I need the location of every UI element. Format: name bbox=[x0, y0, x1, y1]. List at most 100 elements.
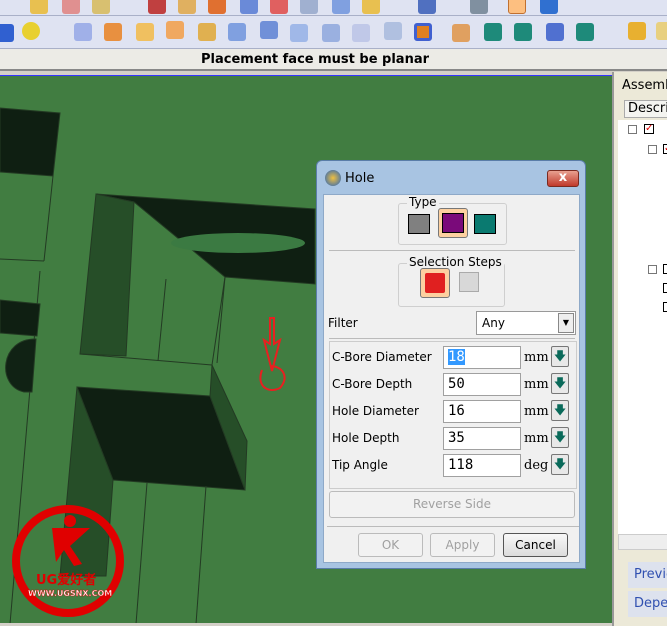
sphere-icon[interactable] bbox=[22, 22, 40, 40]
tool-icon[interactable] bbox=[418, 0, 436, 14]
dialog-body: Type Selection Steps Filter Any ▼ C-Bore… bbox=[323, 194, 580, 563]
tool-icon[interactable] bbox=[576, 23, 594, 41]
thru-face-step-button[interactable] bbox=[455, 268, 485, 298]
tool-icon[interactable] bbox=[136, 23, 154, 41]
unit-label: mm bbox=[524, 377, 549, 392]
horizontal-scrollbar[interactable] bbox=[618, 534, 667, 550]
placement-face-step-button[interactable] bbox=[420, 268, 450, 298]
dialog-title: Hole bbox=[345, 171, 375, 186]
tool-icon[interactable] bbox=[270, 0, 288, 14]
tool-icon[interactable] bbox=[514, 23, 532, 41]
checkbox-icon[interactable]: ✓ bbox=[663, 144, 667, 154]
hole-depth-options-button[interactable]: 🡇 bbox=[551, 427, 569, 448]
c-bore-diameter-label: C-Bore Diameter bbox=[332, 350, 432, 364]
svg-text:UG爱好者: UG爱好者 bbox=[36, 572, 96, 588]
selection-steps-label: Selection Steps bbox=[407, 255, 504, 269]
c-bore-depth-label: C-Bore Depth bbox=[332, 377, 413, 391]
thru-face-icon bbox=[459, 272, 479, 292]
reverse-side-button[interactable]: Reverse Side bbox=[329, 491, 575, 518]
tool-icon[interactable] bbox=[74, 23, 92, 41]
type-group-label: Type bbox=[407, 195, 439, 209]
tool-icon[interactable] bbox=[228, 23, 246, 41]
filter-value: Any bbox=[482, 316, 505, 330]
tool-icon[interactable] bbox=[104, 23, 122, 41]
assembly-navigator: Assemb Descrip ✓ ✓ Previe Deper bbox=[612, 72, 667, 626]
unit-label: mm bbox=[524, 404, 549, 419]
tool-icon[interactable] bbox=[208, 0, 226, 14]
tool-icon[interactable] bbox=[384, 22, 402, 40]
expand-icon[interactable] bbox=[648, 145, 657, 154]
tool-icon[interactable] bbox=[148, 0, 166, 14]
simple-hole-button[interactable] bbox=[405, 210, 435, 240]
tree-area: ✓ ✓ bbox=[618, 120, 667, 534]
parameters-box: C-Bore Diameter 18 mm 🡇 C-Bore Depth 50 … bbox=[329, 341, 577, 489]
c-bore-diameter-options-button[interactable]: 🡇 bbox=[551, 346, 569, 367]
cancel-button[interactable]: Cancel bbox=[503, 533, 568, 557]
tool-icon[interactable] bbox=[484, 23, 502, 41]
countersink-hole-button[interactable] bbox=[471, 210, 501, 240]
separator bbox=[329, 250, 575, 251]
tool-icon[interactable] bbox=[452, 24, 470, 42]
counterbore-hole-button[interactable] bbox=[438, 208, 468, 238]
tool-icon[interactable] bbox=[92, 0, 110, 14]
hole-depth-label: Hole Depth bbox=[332, 431, 400, 445]
tool-icon[interactable] bbox=[352, 24, 370, 42]
app-icon bbox=[325, 170, 341, 186]
status-bar: Placement face must be planar bbox=[0, 49, 667, 71]
ok-button[interactable]: OK bbox=[358, 533, 423, 557]
cone-icon[interactable] bbox=[0, 24, 14, 42]
simple-hole-icon bbox=[408, 214, 430, 234]
tool-icon[interactable] bbox=[260, 21, 278, 39]
hole-depth-input[interactable]: 35 bbox=[443, 427, 521, 450]
c-bore-diameter-input[interactable]: 18 bbox=[443, 346, 521, 369]
separator bbox=[329, 338, 575, 339]
toolbar-features bbox=[0, 16, 667, 49]
preview-button[interactable]: Previe bbox=[628, 562, 667, 588]
tool-icon[interactable] bbox=[628, 22, 646, 40]
column-header-description[interactable]: Descrip bbox=[624, 100, 667, 118]
toolbar-top bbox=[0, 0, 667, 16]
tool-icon[interactable] bbox=[240, 0, 258, 14]
close-button[interactable]: x bbox=[547, 170, 579, 187]
tool-icon[interactable] bbox=[62, 0, 80, 14]
checkbox-icon[interactable] bbox=[663, 283, 667, 293]
tool-icon[interactable] bbox=[30, 0, 48, 14]
tip-angle-input[interactable]: 118 bbox=[443, 454, 521, 477]
c-bore-depth-input[interactable]: 50 bbox=[443, 373, 521, 396]
hole-diameter-label: Hole Diameter bbox=[332, 404, 419, 418]
tool-icon[interactable] bbox=[290, 24, 308, 42]
expand-icon[interactable] bbox=[648, 265, 657, 274]
filter-label: Filter bbox=[328, 316, 358, 330]
hole-dialog: Hole x Type Selection Steps Filter Any ▼… bbox=[316, 160, 586, 569]
tool-icon[interactable] bbox=[540, 0, 558, 14]
tip-angle-options-button[interactable]: 🡇 bbox=[551, 454, 569, 475]
unit-label: mm bbox=[524, 350, 549, 365]
tool-icon[interactable] bbox=[362, 0, 380, 14]
annotation-arrow bbox=[259, 317, 286, 391]
tool-icon[interactable] bbox=[198, 23, 216, 41]
c-bore-depth-options-button[interactable]: 🡇 bbox=[551, 373, 569, 394]
checkbox-icon[interactable] bbox=[663, 302, 667, 312]
tool-icon-active[interactable] bbox=[508, 0, 526, 14]
hole-diameter-input[interactable]: 16 bbox=[443, 400, 521, 423]
monitor-icon[interactable] bbox=[470, 0, 488, 14]
tool-icon[interactable] bbox=[166, 21, 184, 39]
hole-diameter-options-button[interactable]: 🡇 bbox=[551, 400, 569, 421]
tool-icon[interactable] bbox=[656, 22, 667, 40]
apply-button[interactable]: Apply bbox=[430, 533, 495, 557]
unit-label: mm bbox=[524, 431, 549, 446]
hole-tool-icon[interactable] bbox=[414, 23, 432, 41]
tool-icon[interactable] bbox=[322, 24, 340, 42]
checkbox-icon[interactable]: ✓ bbox=[644, 124, 654, 134]
tool-icon[interactable] bbox=[300, 0, 318, 14]
dependencies-button[interactable]: Deper bbox=[628, 591, 667, 617]
tool-icon[interactable] bbox=[546, 23, 564, 41]
tip-angle-label: Tip Angle bbox=[332, 458, 388, 472]
checkbox-icon[interactable] bbox=[663, 264, 667, 274]
expand-icon[interactable] bbox=[628, 125, 637, 134]
tool-icon[interactable] bbox=[178, 0, 196, 14]
c-bore-diameter-value: 18 bbox=[448, 349, 465, 365]
filter-select[interactable]: Any ▼ bbox=[476, 311, 576, 335]
chevron-down-icon[interactable]: ▼ bbox=[558, 313, 574, 333]
tool-icon[interactable] bbox=[332, 0, 350, 14]
